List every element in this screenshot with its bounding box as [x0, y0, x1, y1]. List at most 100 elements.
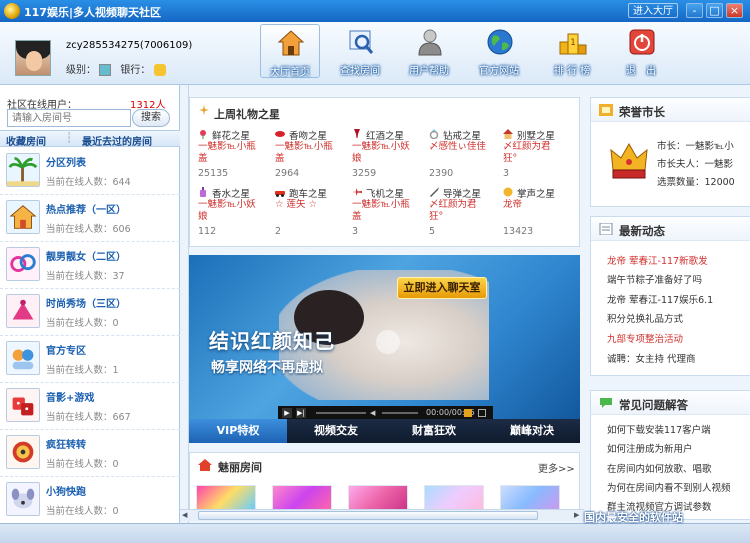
nav-user-help[interactable]: 用户帮助 — [400, 24, 460, 78]
news-item[interactable]: 龙帝 荤春江-117娱乐6.1 — [607, 292, 747, 306]
room-thumbnail[interactable] — [196, 485, 256, 511]
room-online-count: 当前在线人数：0 — [46, 318, 119, 329]
honor-title: 荣誉市长 — [619, 105, 665, 119]
gift-top-user[interactable]: 一魅影℡小妖娘 — [198, 199, 256, 223]
level-label: 级别： — [66, 65, 96, 76]
faq-item[interactable]: 为何在房间内看不到别人视频 — [607, 480, 747, 494]
faq-item[interactable]: 在房间内如何放歌、唱歌 — [607, 461, 747, 475]
room-online-count: 当前在线人数：644 — [46, 177, 131, 188]
settings-icon[interactable] — [464, 409, 472, 417]
tab-vip[interactable]: VIP特权 — [189, 419, 287, 443]
room-item[interactable]: 小狗快跑 当前在线人数：0 — [0, 477, 180, 524]
mayor-lady-name[interactable]: 市长夫人：一魅影 — [657, 156, 750, 170]
gift-star-icon — [199, 105, 209, 115]
news-item[interactable]: 诚聘：女主持 代理商 — [607, 351, 747, 365]
scroll-right-icon[interactable]: ▶ — [574, 511, 579, 519]
tab-favorite-rooms[interactable]: 收藏房间 — [6, 133, 46, 148]
room-thumbnail[interactable] — [348, 485, 408, 511]
tab-video-dating[interactable]: 视频交友 — [287, 419, 385, 443]
gift-star-item[interactable]: 飞机之星 一魅影℡小瓶盖 3 — [352, 186, 430, 248]
avatar[interactable] — [15, 40, 51, 76]
gift-top-user[interactable]: 一魅影℡小瓶盖 — [198, 141, 256, 165]
faq-item[interactable]: 如何下载安装117客户端 — [607, 422, 747, 436]
room-thumbnail[interactable] — [272, 485, 332, 511]
volume-track[interactable] — [382, 412, 418, 414]
room-item[interactable]: 官方专区 当前在线人数：1 — [0, 336, 180, 383]
fullscreen-icon[interactable] — [478, 409, 486, 417]
gift-star-item[interactable]: 钻戒之星 〆感性ぃ佳佳 2390 — [429, 128, 507, 190]
promo-banner[interactable]: 立即进入聊天室 结识红颜知己 畅享网络不再虚拟 — [189, 255, 580, 419]
room-item[interactable]: 疯狂转转 当前在线人数：0 — [0, 430, 180, 477]
more-link[interactable]: 更多>> — [538, 460, 575, 475]
user-icon — [418, 29, 442, 56]
gift-top-user[interactable]: ☆ 莲矢 ☆ — [275, 199, 333, 223]
vertical-scrollbar[interactable] — [180, 85, 189, 523]
flower-icon — [200, 130, 206, 139]
nav-label: 大厅首页 — [270, 67, 310, 78]
tab-wealth-carnival[interactable]: 财富狂欢 — [385, 419, 483, 443]
faq-title: 常见问题解答 — [619, 398, 688, 412]
bank-icon[interactable] — [153, 64, 166, 76]
gift-top-user[interactable]: 〆感性ぃ佳佳 — [429, 141, 487, 165]
gift-star-item[interactable]: 跑车之星 ☆ 莲矢 ☆ 2 — [275, 186, 353, 248]
horizontal-scrollbar[interactable]: ◀ ▶ — [180, 509, 584, 521]
nav-ranking[interactable]: 1 排 行 榜 — [543, 24, 603, 78]
scroll-left-icon[interactable]: ◀ — [182, 511, 187, 519]
room-item[interactable]: 音影+游戏 当前在线人数：667 — [0, 383, 180, 430]
room-name: 靓男靓女（二区） — [46, 252, 126, 263]
room-item[interactable]: 靓男靓女（二区） 当前在线人数：37 — [0, 242, 180, 289]
room-search-input[interactable] — [7, 109, 131, 127]
enter-hall-button[interactable]: 进入大厅 — [628, 3, 678, 18]
search-button[interactable]: 搜索 — [132, 109, 170, 127]
tab-recent-rooms[interactable]: 最近去过的房间 — [82, 133, 152, 148]
gift-star-item[interactable]: 别墅之星 〆红颜为君狂° 3 — [503, 128, 581, 190]
close-button[interactable]: × — [726, 3, 743, 18]
mayor-name[interactable]: 市长：一魅影℡小 — [657, 138, 750, 152]
room-thumbnail[interactable] — [500, 485, 560, 511]
news-item[interactable]: 龙帝 荤春江-117新歌发 — [607, 253, 747, 267]
news-item[interactable]: 积分兑换礼品方式 — [607, 311, 747, 325]
gift-star-item[interactable]: 香吻之星 一魅影℡小瓶盖 2964 — [275, 128, 353, 190]
nav-official-site[interactable]: 官方网站 — [470, 24, 530, 78]
gift-star-item[interactable]: 掌声之星 龙帝 13423 — [503, 186, 581, 248]
volume-icon[interactable]: ◀ — [370, 409, 378, 417]
gift-star-item[interactable]: 香水之星 一魅影℡小妖娘 112 — [198, 186, 276, 248]
gift-top-user[interactable]: 一魅影℡小瓶盖 — [275, 141, 333, 165]
tab-peak-battle[interactable]: 巅峰对决 — [483, 419, 581, 443]
puppy-icon — [6, 482, 40, 516]
news-item[interactable]: 端午节粽子准备好了吗 — [607, 272, 747, 286]
globe-icon — [487, 29, 513, 55]
news-item[interactable]: 九部专项整治活动 — [607, 331, 747, 345]
watermark-text: 国内最安全的软件站 — [584, 511, 683, 524]
gift-star-item[interactable]: 鲜花之星 一魅影℡小瓶盖 25135 — [198, 128, 276, 190]
gift-top-user[interactable]: 〆红颜为君狂° — [429, 199, 487, 223]
chat-bubble-icon — [600, 398, 612, 408]
room-item[interactable]: 分区列表 当前在线人数：644 — [0, 148, 180, 195]
progress-track[interactable] — [316, 412, 366, 414]
nav-exit[interactable]: 退 出 — [612, 24, 672, 78]
room-thumbnail[interactable] — [424, 485, 484, 511]
gift-star-item[interactable]: 红酒之星 一魅影℡小妖娘 3259 — [352, 128, 430, 190]
maximize-button[interactable]: □ — [706, 3, 723, 18]
scroll-thumb[interactable] — [198, 511, 538, 520]
gift-top-user[interactable]: 〆红颜为君狂° — [503, 141, 561, 165]
gift-value: 2 — [275, 226, 282, 237]
faq-item[interactable]: 如何注册成为新用户 — [607, 441, 747, 455]
fashion-icon — [6, 294, 40, 328]
next-icon[interactable]: ▶| — [296, 408, 306, 418]
play-overlay-icon[interactable] — [376, 330, 400, 354]
room-item[interactable]: 时尚秀场（三区） 当前在线人数：0 — [0, 289, 180, 336]
gift-top-user[interactable]: 龙帝 — [503, 199, 561, 223]
nav-hall-home[interactable]: 大厅首页 — [260, 24, 320, 78]
gift-top-user[interactable]: 一魅影℡小瓶盖 — [352, 199, 410, 223]
room-item[interactable]: 热点推荐（一区） 当前在线人数：606 — [0, 195, 180, 242]
minimize-button[interactable]: - — [686, 3, 703, 18]
nav-find-room[interactable]: 查找房间 — [331, 24, 391, 78]
vote-count: 选票数量：12000 — [657, 177, 735, 188]
gift-value: 3 — [503, 168, 510, 179]
gift-top-user[interactable]: 一魅影℡小妖娘 — [352, 141, 410, 165]
gift-name: 跑车之星 — [289, 189, 328, 200]
play-icon[interactable]: ▶ — [282, 408, 292, 418]
gift-star-item[interactable]: 导弹之星 〆红颜为君狂° 5 — [429, 186, 507, 248]
enter-chatroom-button[interactable]: 立即进入聊天室 — [397, 277, 487, 299]
